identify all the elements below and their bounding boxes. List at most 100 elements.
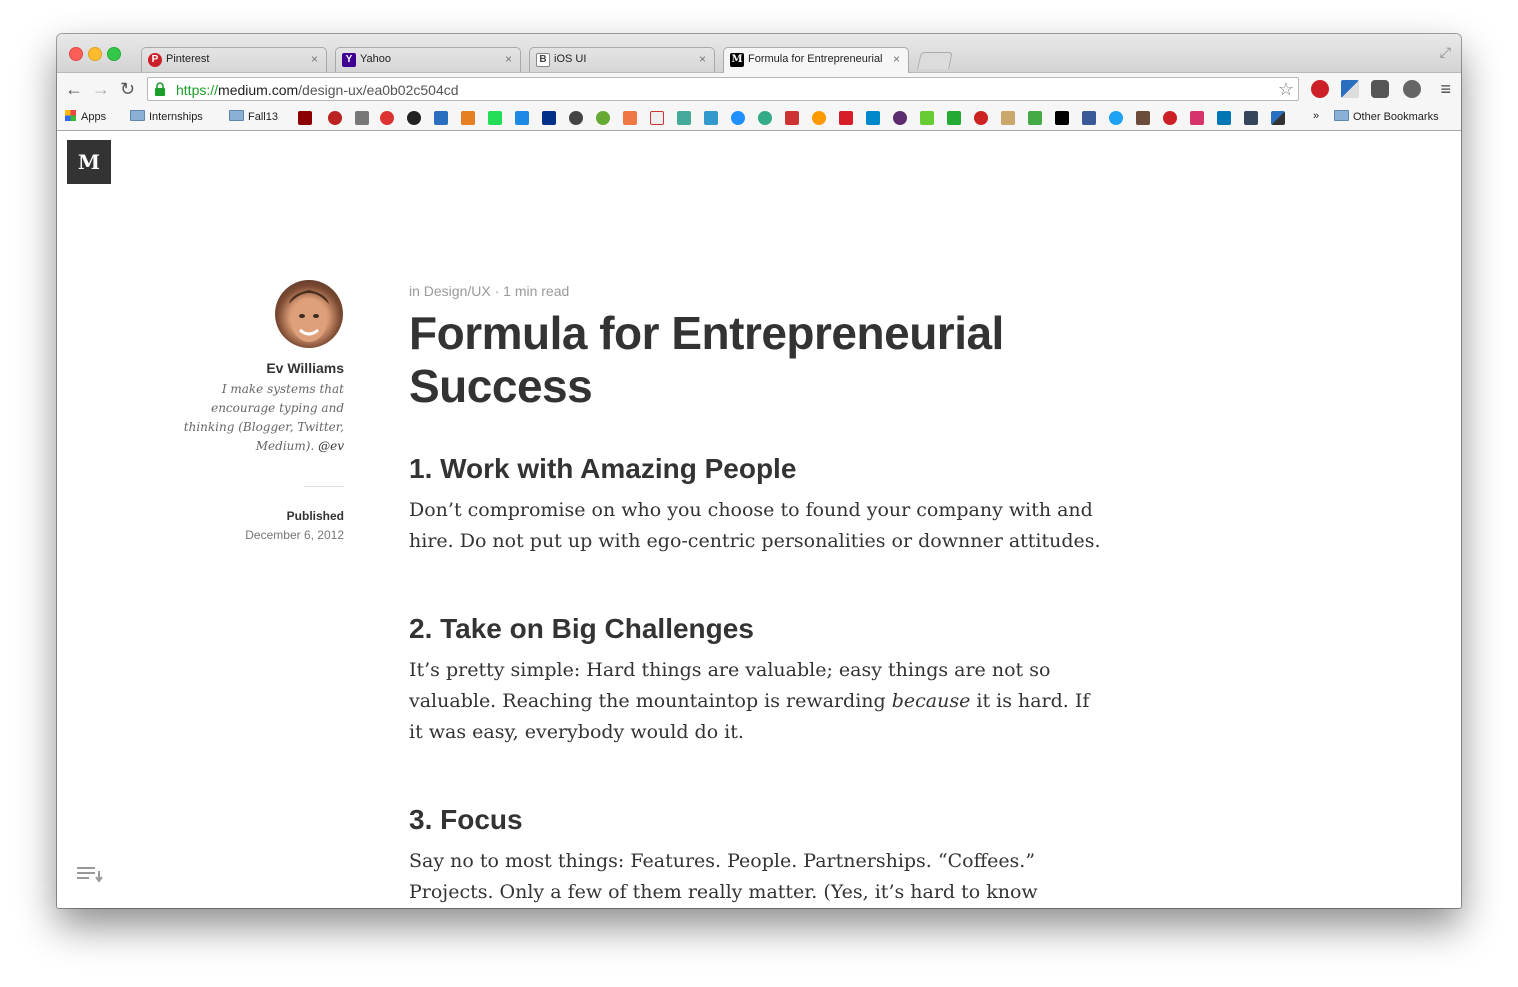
bookmark-icon[interactable] bbox=[704, 111, 718, 125]
bookmark-internships[interactable]: Internships bbox=[130, 110, 203, 123]
td-icon[interactable] bbox=[947, 111, 961, 125]
folder-icon bbox=[1334, 110, 1349, 121]
bookmark-fall13[interactable]: Fall13 bbox=[229, 110, 278, 123]
delicious-icon[interactable] bbox=[1271, 111, 1285, 125]
tab-yahoo[interactable]: Y Yahoo × bbox=[335, 47, 521, 72]
forward-icon[interactable]: → bbox=[92, 79, 110, 100]
menu-icon[interactable]: ≡ bbox=[1440, 79, 1451, 100]
linkedin-icon[interactable] bbox=[1217, 111, 1231, 125]
sidebar-divider bbox=[304, 486, 344, 487]
tab-ios-ui[interactable]: B iOS UI × bbox=[529, 47, 715, 72]
author-name[interactable]: Ev Williams bbox=[177, 360, 344, 376]
url-text[interactable]: https://medium.com/design-ux/ea0b02c504c… bbox=[176, 82, 459, 98]
close-tab-icon[interactable]: × bbox=[505, 52, 512, 66]
bookmark-icon[interactable] bbox=[785, 111, 799, 125]
new-tab-button[interactable] bbox=[917, 52, 953, 69]
author-bio: I make systems that encourage typing and… bbox=[183, 382, 344, 453]
bookmark-icon[interactable] bbox=[731, 111, 745, 125]
tumblr-icon[interactable] bbox=[1244, 111, 1258, 125]
folder-icon bbox=[229, 110, 244, 121]
section-paragraph: Say no to most things: Features. People.… bbox=[409, 850, 1038, 903]
tab-medium-active[interactable]: M Formula for Entrepreneurial × bbox=[723, 47, 909, 73]
reload-icon[interactable]: ↻ bbox=[120, 79, 135, 100]
bookmark-icon[interactable] bbox=[1190, 111, 1204, 125]
bookmark-icon[interactable] bbox=[866, 111, 880, 125]
bookmark-icon[interactable] bbox=[974, 111, 988, 125]
wellsfargo-icon[interactable] bbox=[839, 111, 853, 125]
bookmarks-bar: Apps Internships Fall13 » Other Bookmark… bbox=[57, 106, 1461, 131]
section-heading: 3. Focus bbox=[409, 804, 523, 835]
pinterest-extension-icon[interactable] bbox=[1311, 80, 1329, 98]
fullscreen-icon[interactable]: ⤢ bbox=[1440, 44, 1451, 61]
medium-bookmark-icon[interactable] bbox=[1055, 111, 1069, 125]
section-paragraph: It’s pretty simple: Hard things are valu… bbox=[409, 659, 1090, 743]
yahoo-icon: Y bbox=[342, 53, 356, 67]
bookmark-star-icon[interactable]: ☆ bbox=[1278, 79, 1294, 100]
twitter-icon[interactable] bbox=[1109, 111, 1123, 125]
reading-list-icon[interactable] bbox=[77, 865, 105, 885]
gmail-icon[interactable] bbox=[650, 111, 664, 125]
lock-icon bbox=[155, 82, 165, 96]
back-icon[interactable]: ← bbox=[65, 79, 83, 100]
facebook-icon[interactable] bbox=[1082, 111, 1096, 125]
tab-title: Yahoo bbox=[360, 53, 391, 65]
instagram-icon[interactable] bbox=[1136, 111, 1150, 125]
bookmark-icon[interactable] bbox=[893, 111, 907, 125]
close-tab-icon[interactable]: × bbox=[699, 52, 706, 66]
tab-pinterest[interactable]: P Pinterest × bbox=[141, 47, 327, 72]
medium-icon: M bbox=[730, 53, 744, 67]
bootstrap-icon: B bbox=[536, 53, 550, 67]
bookmark-icon[interactable] bbox=[569, 111, 583, 125]
address-bar[interactable]: https://medium.com/design-ux/ea0b02c504c… bbox=[147, 77, 1299, 101]
author-avatar[interactable] bbox=[275, 280, 343, 348]
bookmark-icon[interactable] bbox=[488, 111, 502, 125]
medium-logo[interactable]: M bbox=[67, 140, 111, 184]
bookmark-icon[interactable] bbox=[515, 111, 529, 125]
bookmark-icon[interactable] bbox=[328, 111, 342, 125]
stackoverflow-icon[interactable] bbox=[461, 111, 475, 125]
avatar-face-illustration bbox=[289, 290, 329, 342]
bookmark-icon[interactable] bbox=[434, 111, 448, 125]
close-window-button[interactable] bbox=[69, 47, 83, 61]
tab-strip: P Pinterest × Y Yahoo × B iOS UI × M For… bbox=[57, 34, 1461, 73]
bookmark-icon[interactable] bbox=[920, 111, 934, 125]
delicious-extension-icon[interactable] bbox=[1341, 80, 1359, 98]
apps-grid-icon bbox=[65, 110, 76, 121]
published-date: December 6, 2012 bbox=[245, 528, 344, 542]
bookmark-icon[interactable] bbox=[758, 111, 772, 125]
close-tab-icon[interactable]: × bbox=[893, 52, 900, 66]
zoom-window-button[interactable] bbox=[107, 47, 121, 61]
bookmark-icon[interactable] bbox=[623, 111, 637, 125]
browser-toolbar: ← → ↻ https://medium.com/design-ux/ea0b0… bbox=[57, 72, 1461, 107]
section-heading: 2. Take on Big Challenges bbox=[409, 613, 754, 644]
browser-window: P Pinterest × Y Yahoo × B iOS UI × M For… bbox=[57, 34, 1461, 908]
post-title: Formula for Entrepreneurial Success bbox=[409, 307, 1004, 412]
bookmark-icon[interactable] bbox=[677, 111, 691, 125]
section-heading: 1. Work with Amazing People bbox=[409, 453, 797, 484]
folder-icon bbox=[130, 110, 145, 121]
author-handle-link[interactable]: @ev bbox=[318, 439, 344, 453]
bookmark-icon[interactable] bbox=[1001, 111, 1015, 125]
tab-title: Formula for Entrepreneurial bbox=[748, 53, 883, 65]
bookmark-icon[interactable] bbox=[596, 111, 610, 125]
pinterest-bookmark-icon[interactable] bbox=[1163, 111, 1177, 125]
github-icon[interactable] bbox=[407, 111, 421, 125]
bookmark-icon[interactable] bbox=[1028, 111, 1042, 125]
bookmark-apps[interactable]: Apps bbox=[65, 110, 106, 123]
post-meta: in Design/UX · 1 min read bbox=[409, 283, 570, 299]
bookmark-other-bookmarks[interactable]: Other Bookmarks bbox=[1334, 110, 1439, 123]
bookmark-icon[interactable] bbox=[380, 111, 394, 125]
published-label: Published bbox=[286, 509, 344, 523]
bookmark-icon[interactable] bbox=[355, 111, 369, 125]
bookmarks-overflow-button[interactable]: » bbox=[1313, 110, 1319, 122]
close-tab-icon[interactable]: × bbox=[311, 52, 318, 66]
paypal-icon[interactable] bbox=[542, 111, 556, 125]
bookmark-icon[interactable] bbox=[298, 111, 312, 125]
tab-title: iOS UI bbox=[554, 53, 587, 65]
bookmark-icon[interactable] bbox=[812, 111, 826, 125]
tab-title: Pinterest bbox=[166, 53, 210, 65]
extension-icon[interactable] bbox=[1403, 80, 1421, 98]
minimize-window-button[interactable] bbox=[88, 47, 102, 61]
pinterest-icon: P bbox=[148, 53, 162, 67]
evernote-extension-icon[interactable] bbox=[1371, 80, 1389, 98]
